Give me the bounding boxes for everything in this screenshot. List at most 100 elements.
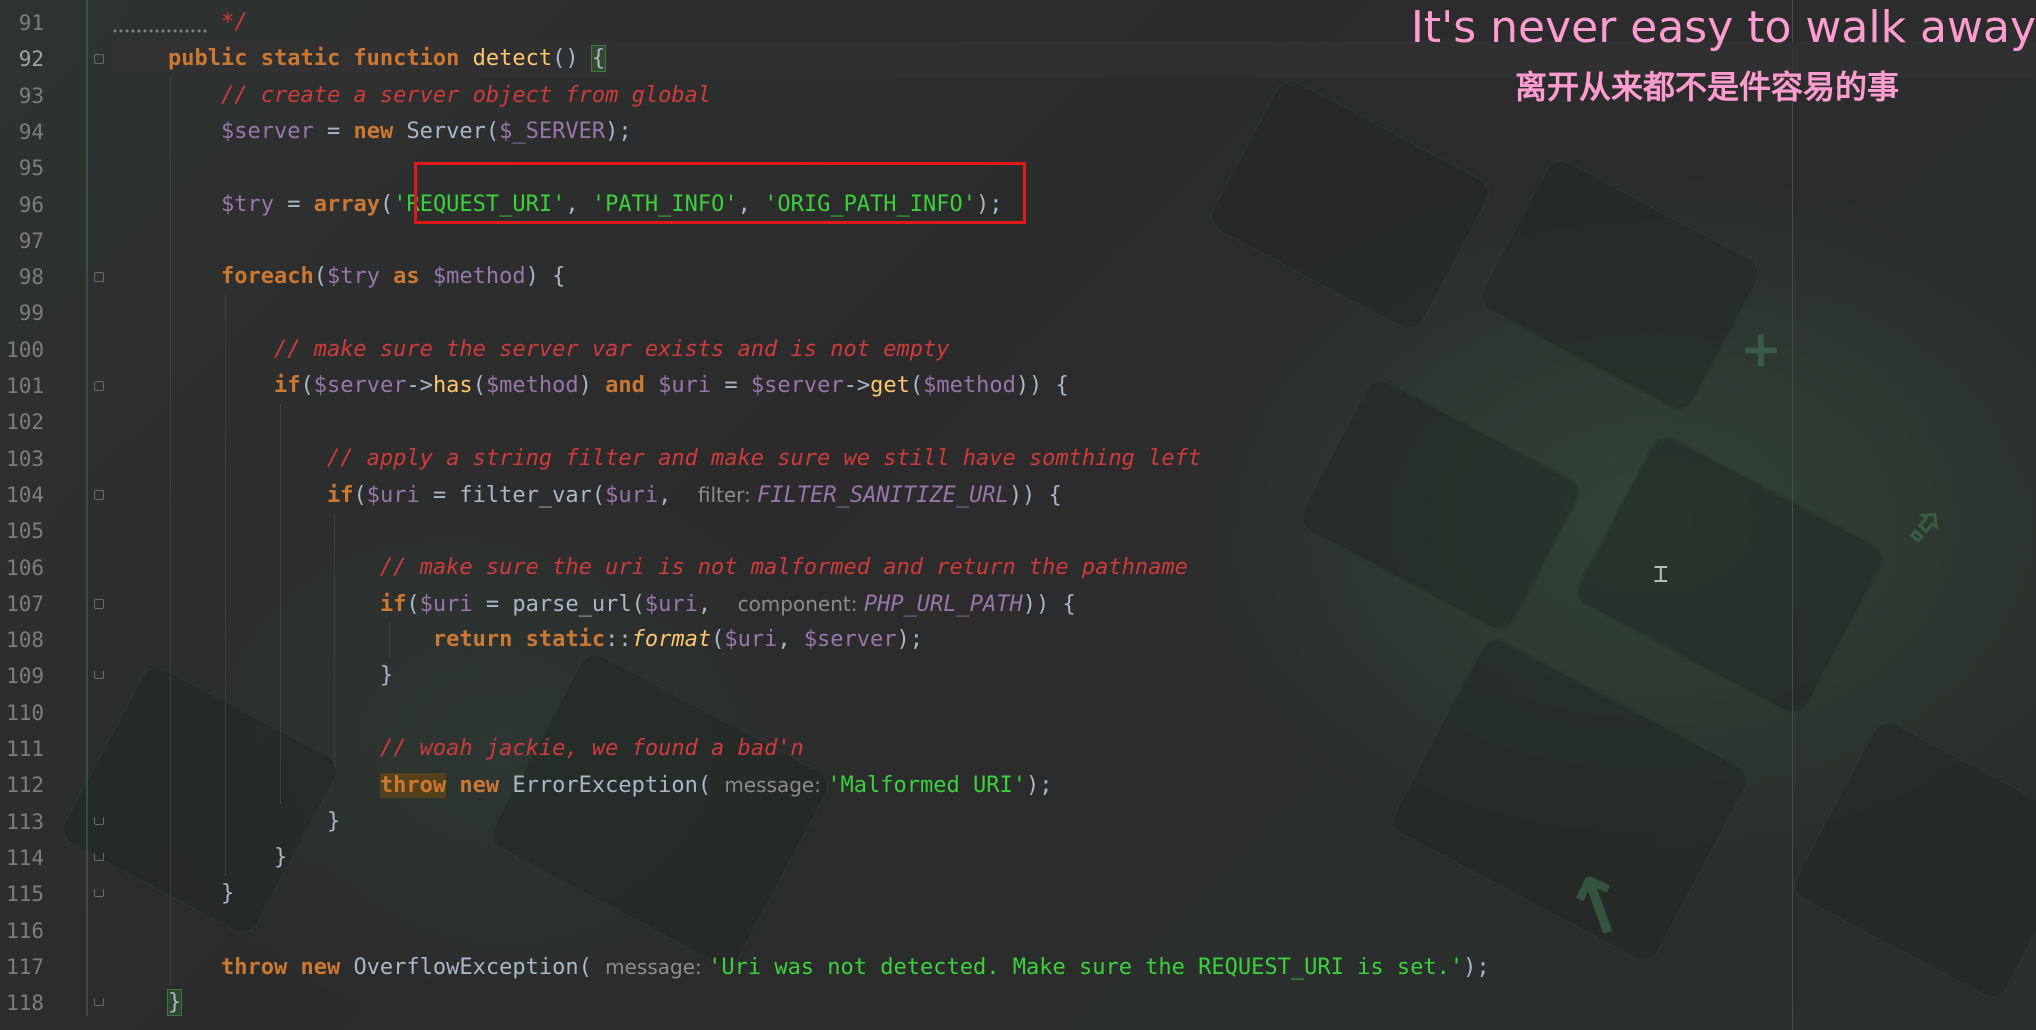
overlay-title-chinese: 离开从来都不是件容易的事: [1515, 68, 1900, 106]
code-token: ::: [605, 627, 632, 653]
line-number[interactable]: 112: [0, 767, 44, 803]
bg-glyph: +: [1740, 320, 1782, 378]
code-line[interactable]: if($uri = parse_url($uri, component: PHP…: [168, 586, 1076, 622]
code-line[interactable]: }: [168, 804, 340, 840]
code-token: $uri: [419, 591, 473, 617]
fold-marker-icon[interactable]: [94, 998, 104, 1007]
code-token: message:: [605, 954, 709, 979]
code-token: Server(: [406, 118, 500, 144]
code-editor[interactable]: ⇪ ↑ + 91 92 93 94 95 96 97 98 99 100 101 102 103 104 1…: [0, 0, 2036, 1030]
line-number[interactable]: 114: [0, 840, 44, 876]
code-token: $server: [220, 118, 314, 144]
line-number[interactable]: 98: [0, 259, 44, 295]
code-token: $server: [313, 373, 407, 398]
line-number[interactable]: 113: [0, 804, 44, 840]
fold-marker-icon[interactable]: [94, 381, 104, 391]
line-number[interactable]: 110: [0, 695, 44, 731]
code-line[interactable]: public static function detect() {: [168, 41, 607, 77]
annotation-highlight-box: [414, 162, 1026, 224]
code-token: (: [472, 373, 486, 398]
fold-marker-icon[interactable]: [94, 272, 104, 283]
code-token: if: [379, 591, 407, 617]
code-line[interactable]: // apply a string filter and make sure w…: [168, 441, 1201, 477]
bg-glyph: ⇪: [1892, 493, 1957, 561]
code-token: ,: [658, 482, 698, 508]
code-token: $try: [220, 191, 274, 217]
fold-marker-icon[interactable]: [94, 671, 104, 680]
code-line[interactable]: // create a server object from global: [168, 78, 711, 114]
fold-marker-icon[interactable]: [94, 816, 104, 825]
code-line[interactable]: throw new ErrorException( message: 'Malf…: [168, 767, 1052, 803]
code-token: $uri: [724, 627, 778, 653]
code-token: ): [578, 373, 606, 398]
code-token: message:: [724, 773, 828, 798]
code-token: throw new: [220, 954, 354, 980]
line-number[interactable]: 100: [0, 332, 44, 368]
fold-marker-icon[interactable]: [94, 54, 104, 65]
code-line[interactable]: $server = new Server($_SERVER);: [168, 114, 632, 150]
bg-key: [1474, 153, 1766, 417]
code-line[interactable]: // make sure the server var exists and i…: [168, 332, 950, 368]
code-line[interactable]: }: [168, 840, 287, 876]
code-token: format: [631, 627, 712, 653]
code-token: // make sure the server var exists and i…: [168, 336, 950, 362]
line-number[interactable]: 115: [0, 876, 44, 912]
line-number[interactable]: 104: [0, 477, 44, 513]
fold-marker-icon[interactable]: [94, 852, 104, 861]
code-line[interactable]: // woah jackie, we found a bad'n: [168, 731, 804, 767]
line-number[interactable]: 107: [0, 586, 44, 622]
line-number[interactable]: 102: [0, 404, 44, 440]
code-line[interactable]: if($uri = filter_var($uri, filter: FILTE…: [168, 477, 1062, 513]
line-number[interactable]: 109: [0, 658, 44, 694]
line-number[interactable]: 95: [0, 150, 44, 186]
line-number[interactable]: 105: [0, 513, 44, 549]
fold-marker-icon[interactable]: [94, 489, 104, 500]
code-line[interactable]: foreach($try as $method) {: [168, 259, 565, 295]
code-token: {: [590, 45, 607, 73]
line-number[interactable]: 118: [0, 985, 44, 1021]
line-number[interactable]: 92: [0, 41, 44, 77]
line-number[interactable]: 103: [0, 441, 44, 477]
line-number-gutter[interactable]: 91 92 93 94 95 96 97 98 99 100 101 102 103 104 105 106 1…: [0, 0, 112, 1030]
line-number[interactable]: 111: [0, 731, 44, 767]
code-token: new: [446, 773, 513, 799]
code-line[interactable]: }: [168, 658, 393, 694]
code-token: $_SERVER: [499, 118, 606, 144]
code-line[interactable]: return static::format($uri, $server);: [168, 622, 923, 658]
line-number[interactable]: 101: [0, 368, 44, 404]
code-token: (): [552, 46, 592, 72]
code-token: // create a server object from global: [168, 82, 712, 108]
code-token: (: [711, 627, 725, 653]
code-token: )) {: [1015, 373, 1069, 398]
code-line[interactable]: // make sure the uri is not malformed an…: [168, 550, 1188, 586]
code-line[interactable]: throw new OverflowException( message: 'U…: [168, 949, 1490, 985]
code-token: $uri: [366, 482, 420, 508]
code-token: ->: [406, 373, 433, 398]
line-number[interactable]: 116: [0, 913, 44, 949]
line-number[interactable]: 94: [0, 114, 44, 150]
fold-marker-icon[interactable]: [94, 598, 104, 609]
code-token: if: [273, 373, 301, 398]
code-token: $server: [750, 373, 844, 398]
line-number[interactable]: 108: [0, 622, 44, 658]
code-token: has: [432, 373, 473, 398]
line-number[interactable]: 93: [0, 78, 44, 114]
code-token: FILTER_SANITIZE_URL: [757, 482, 1009, 508]
code-line[interactable]: }: [166, 985, 183, 1021]
line-number[interactable]: 117: [0, 949, 44, 985]
fold-marker-icon[interactable]: [94, 889, 104, 898]
code-token: );: [1025, 773, 1053, 799]
line-number[interactable]: 97: [0, 223, 44, 259]
typo-squiggle: [112, 28, 208, 34]
line-number[interactable]: 106: [0, 550, 44, 586]
code-line[interactable]: if($server->has($method) and $uri = $ser…: [168, 368, 1069, 404]
line-number[interactable]: 91: [0, 5, 44, 41]
code-token: );: [605, 118, 632, 144]
code-line[interactable]: */: [168, 5, 248, 41]
line-number[interactable]: 96: [0, 187, 44, 223]
code-line[interactable]: }: [168, 876, 234, 912]
line-number[interactable]: 99: [0, 295, 44, 331]
